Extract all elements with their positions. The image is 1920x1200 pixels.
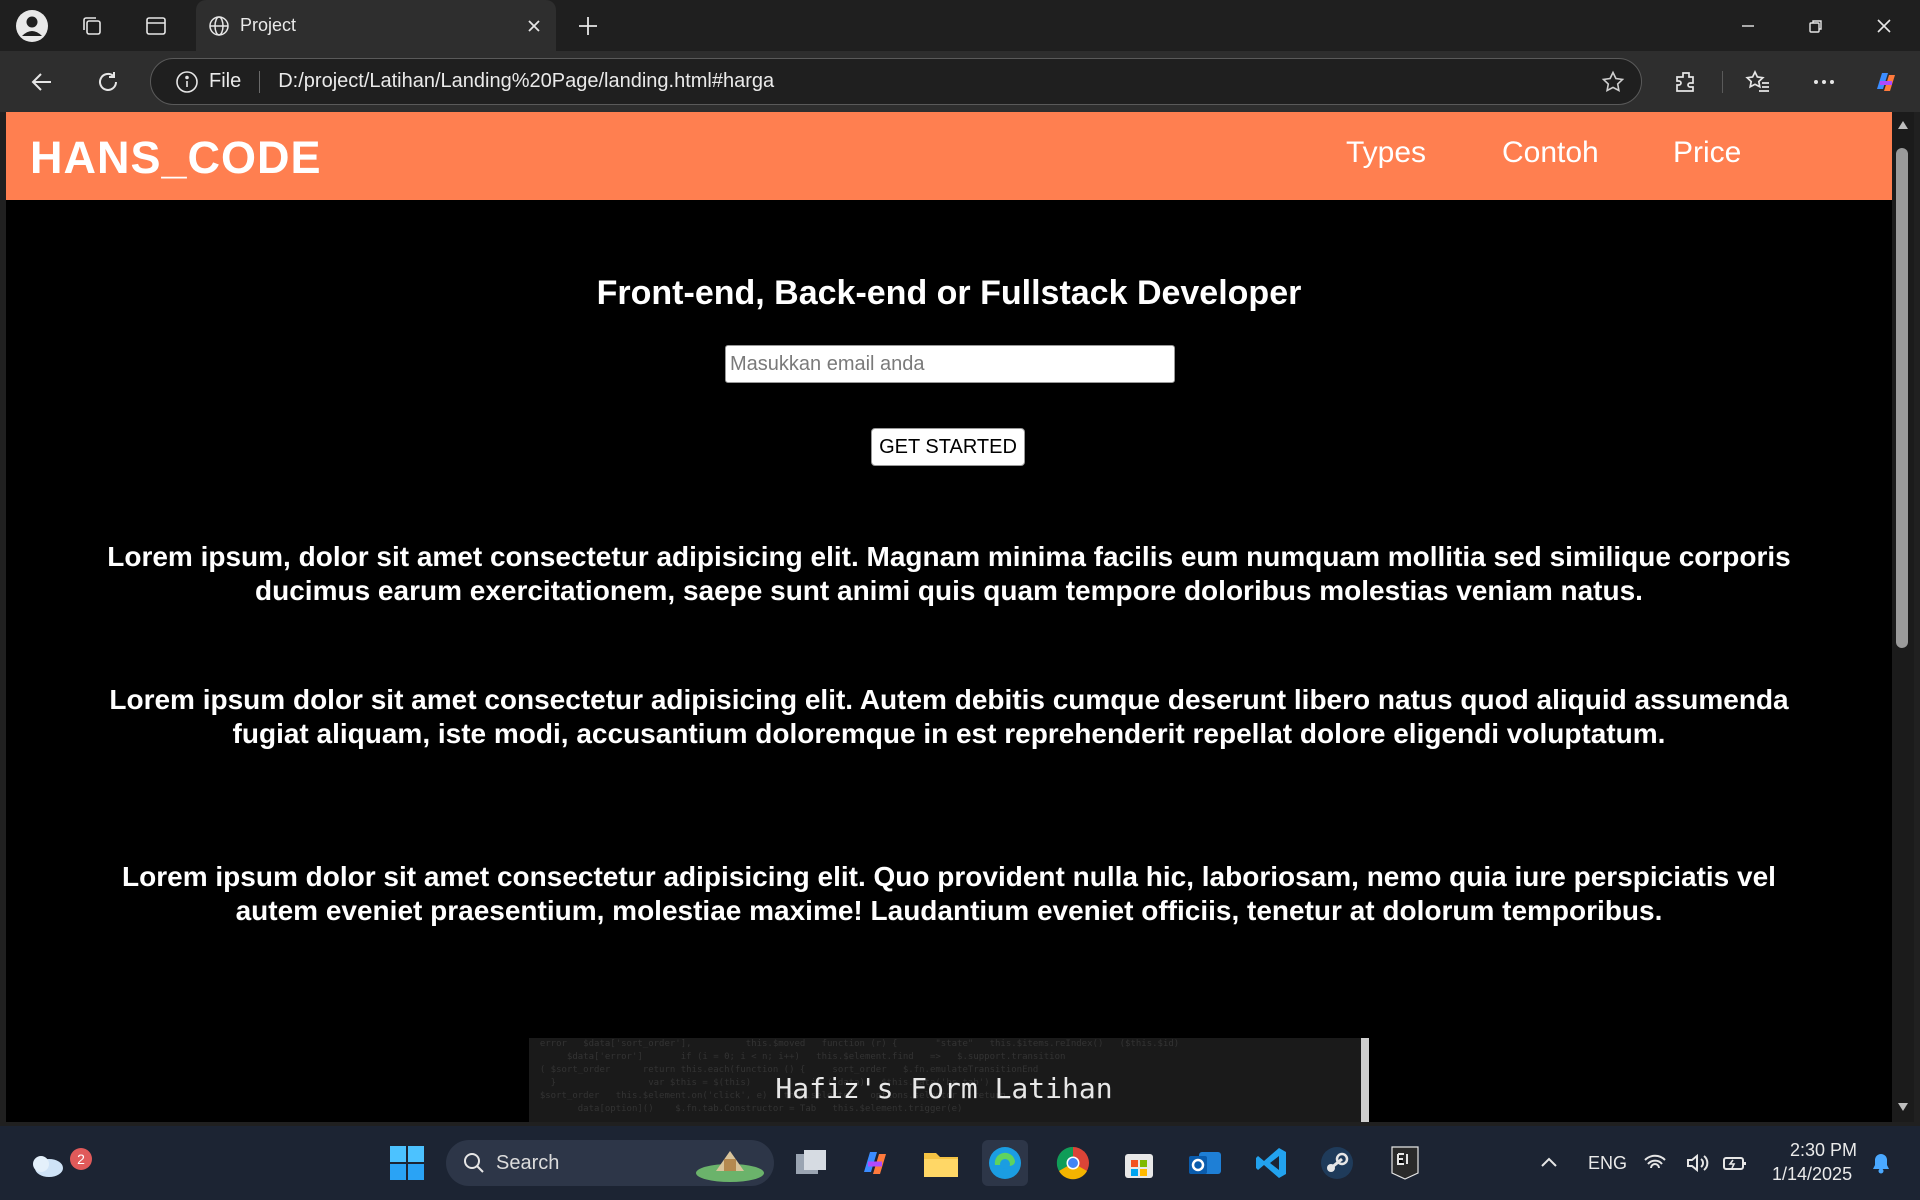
workspaces-icon[interactable] [74,8,110,44]
site-header: HANS_CODE Types Contoh Price [6,112,1892,200]
paragraph-2: Lorem ipsum dolor sit amet consectetur a… [109,684,1789,749]
volume-icon[interactable] [1682,1140,1712,1186]
file-explorer-icon[interactable] [918,1140,964,1186]
notification-badge: 2 [70,1148,92,1170]
scroll-down-icon[interactable] [1897,1102,1909,1112]
tab-project[interactable]: Project [196,0,556,51]
paragraph-3: Lorem ipsum dolor sit amet consectetur a… [122,861,1776,926]
scheme-label: File [209,70,242,92]
address-divider [259,70,261,93]
windows-taskbar: 2 Search ENG 2:30 PM 1/14/2025 [0,1126,1920,1200]
copilot-icon[interactable] [1866,62,1906,102]
outlook-icon[interactable] [1182,1140,1228,1186]
microsoft-store-icon[interactable] [1116,1140,1162,1186]
minimize-icon[interactable] [1714,0,1782,51]
toolbar-divider [1722,71,1723,93]
new-tab-icon[interactable] [570,8,606,44]
form-preview-scrollbar[interactable] [1361,1038,1369,1122]
site-brand[interactable]: HANS_CODE [30,132,322,184]
close-window-icon[interactable] [1850,0,1918,51]
task-view-icon[interactable] [788,1140,834,1186]
back-arrow-icon[interactable] [22,62,62,102]
steam-icon[interactable] [1314,1140,1360,1186]
nav-link-types[interactable]: Types [1346,136,1426,170]
restore-icon[interactable] [1782,0,1850,51]
refresh-icon[interactable] [88,62,128,102]
nav-link-contoh[interactable]: Contoh [1502,136,1599,170]
show-hidden-icons-icon[interactable] [1526,1140,1572,1186]
epic-games-icon[interactable] [1382,1140,1428,1186]
weather-widget-icon[interactable]: 2 [24,1140,92,1186]
address-bar[interactable]: File D:/project/Latihan/Landing%20Page/l… [150,58,1642,105]
nav-link-price[interactable]: Price [1673,136,1741,170]
notifications-bell-icon[interactable] [1866,1140,1896,1186]
url-text[interactable]: D:/project/Latihan/Landing%20Page/landin… [278,70,1601,93]
favorite-star-icon[interactable] [1601,70,1625,94]
search-highlight-icon [694,1143,766,1183]
site-info-icon[interactable] [175,70,199,94]
copilot-app-icon[interactable] [852,1140,898,1186]
battery-icon[interactable] [1720,1140,1750,1186]
scroll-up-icon[interactable] [1897,120,1909,130]
extensions-icon[interactable] [1666,62,1706,102]
search-label: Search [496,1151,560,1174]
taskbar-search[interactable]: Search [446,1140,774,1186]
form-preview-frame: error $data['sort_order'], this.$moved f… [529,1038,1369,1122]
clock-time[interactable]: 2:30 PM [1790,1140,1857,1161]
form-preview-title: Hafiz's Form Latihan [775,1072,1113,1105]
edge-browser-icon[interactable] [982,1140,1028,1186]
get-started-button[interactable]: GET STARTED [871,428,1025,466]
vscode-icon[interactable] [1248,1140,1294,1186]
tab-title: Project [240,15,297,35]
search-icon [462,1151,486,1175]
hero-title: Front-end, Back-end or Fullstack Develop… [596,274,1302,312]
chrome-browser-icon[interactable] [1050,1140,1096,1186]
wifi-icon[interactable] [1640,1140,1670,1186]
close-tab-icon[interactable] [526,18,542,34]
page-scrollbar[interactable] [1892,112,1914,1122]
globe-icon [208,15,230,37]
vertical-tabs-icon[interactable] [138,8,174,44]
windows-start-icon[interactable] [384,1140,430,1186]
email-input[interactable] [725,345,1175,383]
browser-tab-strip: Project [0,0,1920,51]
browser-toolbar: File D:/project/Latihan/Landing%20Page/l… [0,51,1920,112]
clock-date[interactable]: 1/14/2025 [1772,1164,1852,1185]
input-language[interactable]: ENG [1588,1153,1627,1174]
scrollbar-thumb[interactable] [1896,148,1908,648]
profile-avatar-icon[interactable] [14,8,50,44]
more-options-icon[interactable] [1804,62,1844,102]
paragraph-1: Lorem ipsum, dolor sit amet consectetur … [107,541,1791,606]
page-viewport: HANS_CODE Types Contoh Price Front-end, … [6,112,1892,1122]
favorites-icon[interactable] [1738,62,1778,102]
